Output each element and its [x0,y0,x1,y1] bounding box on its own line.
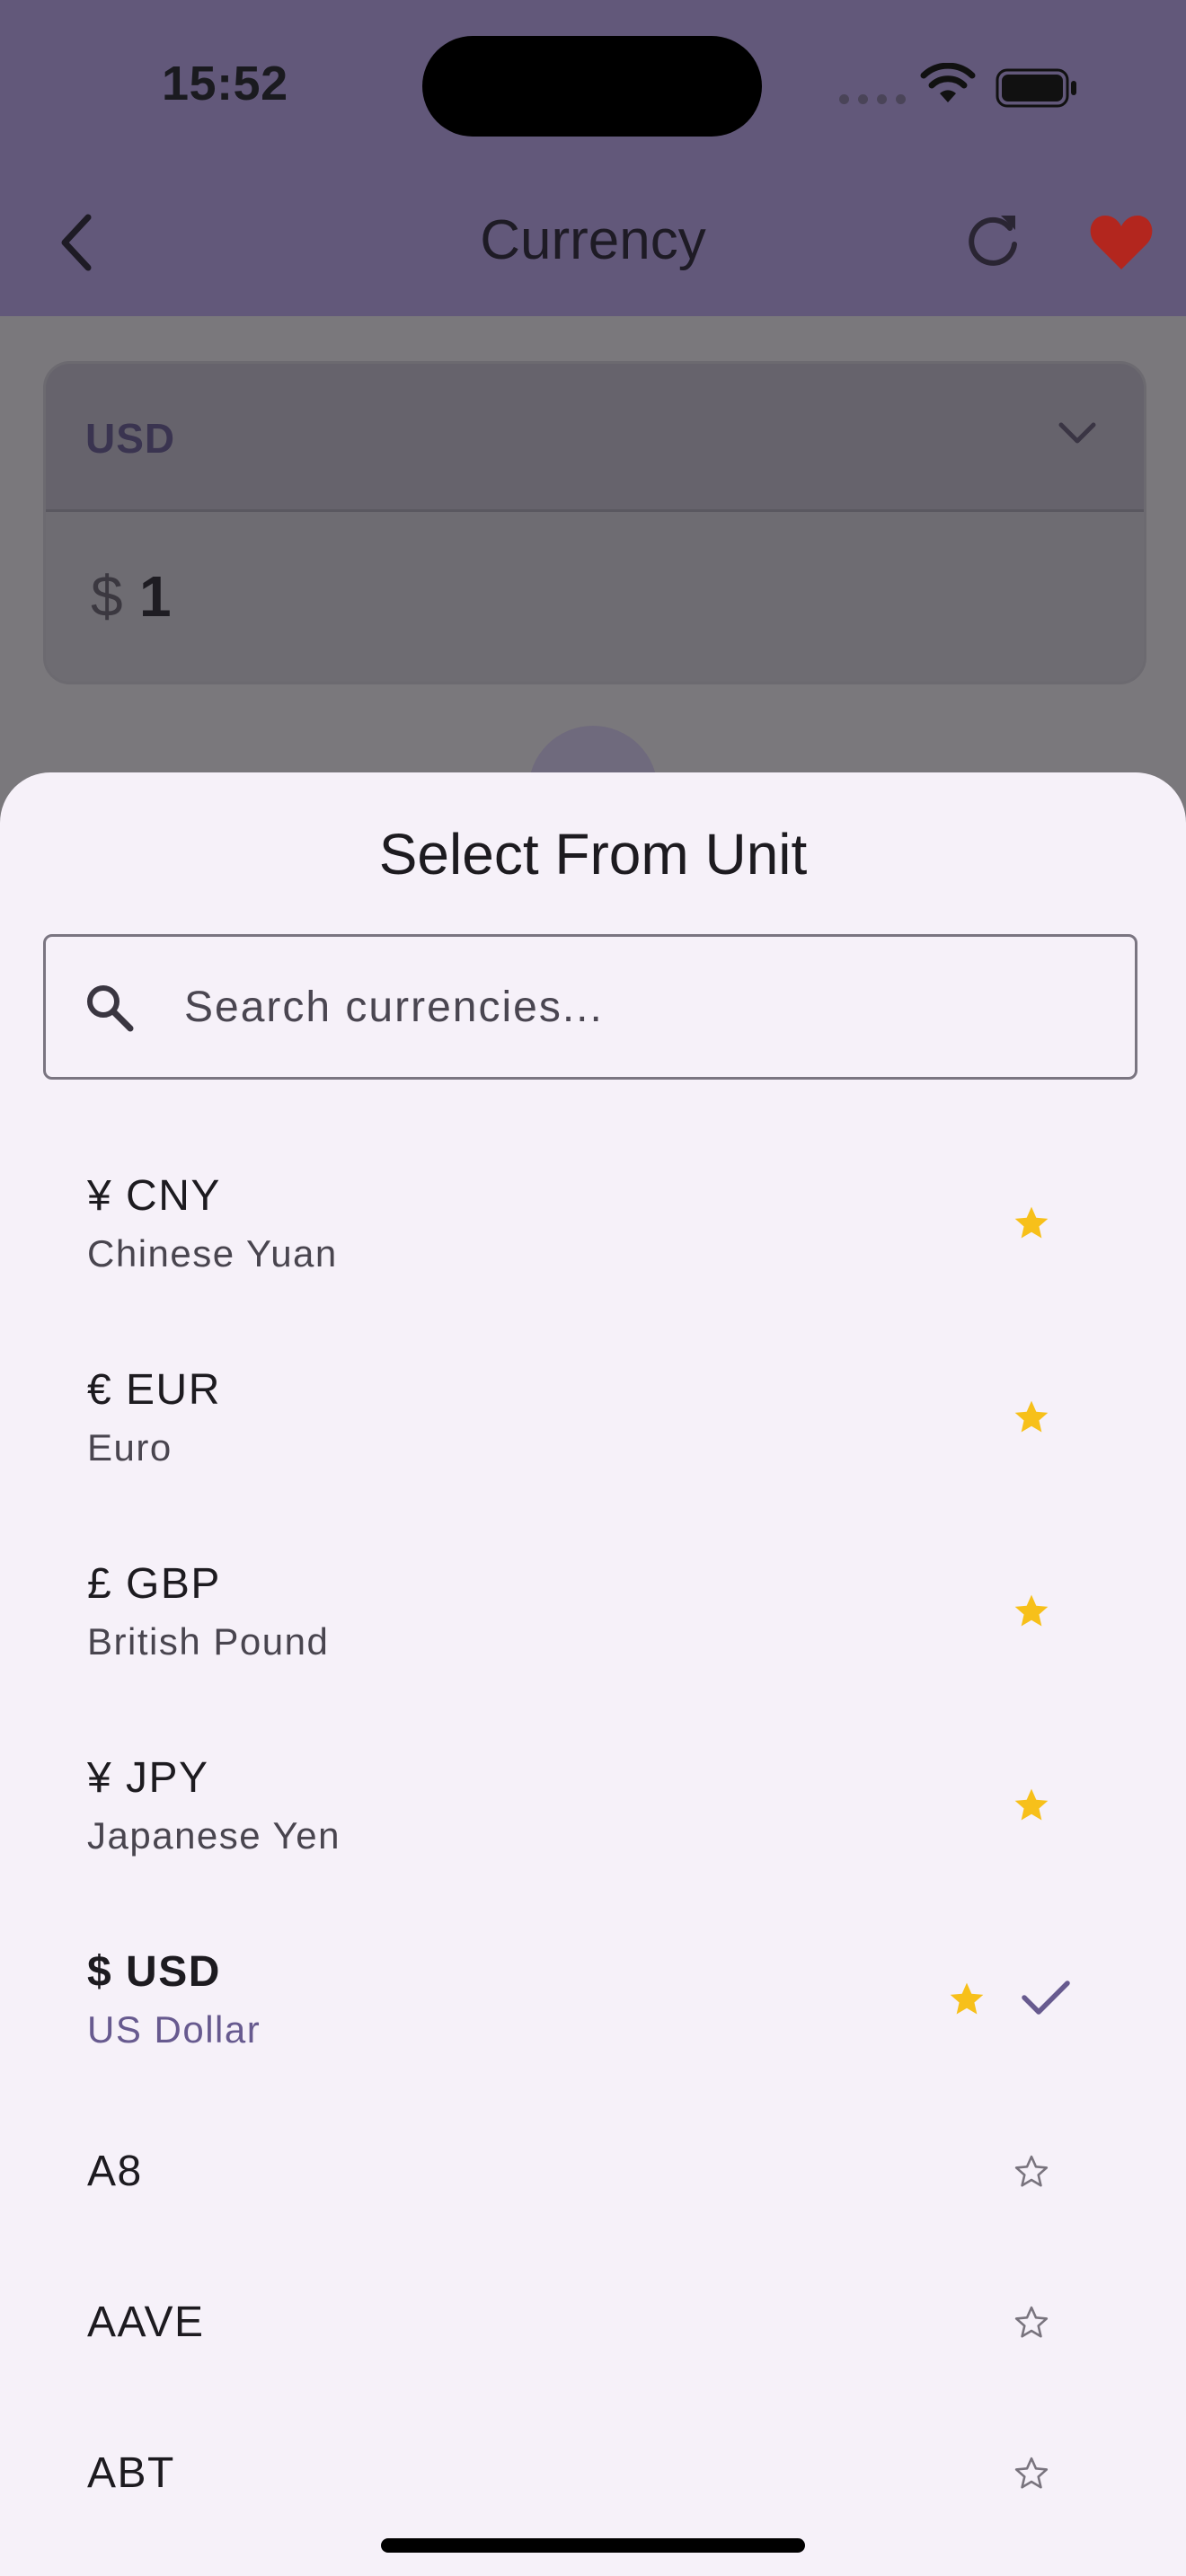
chevron-down-icon [1058,422,1096,444]
from-unit-value: USD [85,415,176,462]
star-filled-icon[interactable] [1012,1786,1051,1825]
currency-item-abt[interactable]: ABT [0,2404,1186,2554]
currency-item-jpy[interactable]: ¥ JPY Japanese Yen [0,1714,1186,1908]
currency-item-eur[interactable]: € EUR Euro [0,1326,1186,1520]
currency-screen: 15:52 Currency USD $ 1 Select From Unit … [0,0,1186,2576]
status-time: 15:52 [162,57,288,110]
search-field[interactable] [43,934,1137,1080]
currency-code: A8 [87,2148,143,2195]
currency-item-usd[interactable]: $ USD US Dollar [0,1908,1186,2102]
star-filled-icon[interactable] [1012,1592,1051,1631]
currency-name: Chinese Yuan [87,1232,338,1275]
search-icon [87,985,134,1032]
currency-code: ¥ JPY [87,1754,209,1802]
cellular-signal-icon [839,94,906,104]
currency-item-aave[interactable]: AAVE [0,2253,1186,2404]
home-indicator[interactable] [381,2538,805,2553]
currency-item-cny[interactable]: ¥ CNY Chinese Yuan [0,1132,1186,1326]
star-filled-icon[interactable] [947,1980,987,2019]
heart-icon[interactable] [1089,212,1154,271]
currency-name: Euro [87,1426,173,1469]
app-bar: 15:52 Currency [0,0,1186,316]
from-currency-card: USD $ 1 [43,361,1146,684]
check-icon [1022,1981,1070,2015]
currency-item-a8[interactable]: A8 [0,2102,1186,2253]
amount-currency-symbol: $ [91,564,123,629]
star-outline-icon[interactable] [1012,2454,1051,2493]
currency-code: ABT [87,2449,175,2497]
star-filled-icon[interactable] [1012,1398,1051,1437]
currency-code: £ GBP [87,1560,221,1608]
currency-code: ¥ CNY [87,1172,221,1220]
star-filled-icon[interactable] [1012,1204,1051,1243]
search-input[interactable] [184,937,1083,1077]
currency-name: British Pound [87,1620,330,1663]
star-outline-icon[interactable] [1012,2303,1051,2342]
currency-code: $ USD [87,1948,221,1996]
currency-code: AAVE [87,2298,205,2346]
dynamic-island [422,36,762,137]
currency-code: € EUR [87,1366,221,1414]
currency-item-gbp[interactable]: £ GBP British Pound [0,1520,1186,1714]
currency-name: US Dollar [87,2008,261,2051]
sheet-title: Select From Unit [378,822,808,887]
from-unit-dropdown[interactable]: USD [46,364,1144,512]
battery-icon [996,68,1076,108]
wifi-icon [920,63,976,102]
star-outline-icon[interactable] [1012,2152,1051,2192]
refresh-icon[interactable] [961,208,1024,271]
currency-name: Japanese Yen [87,1814,341,1857]
currency-picker-sheet: Select From Unit ¥ CNY Chinese Yuan € EU… [0,772,1186,2576]
amount-input[interactable]: 1 [139,563,172,630]
